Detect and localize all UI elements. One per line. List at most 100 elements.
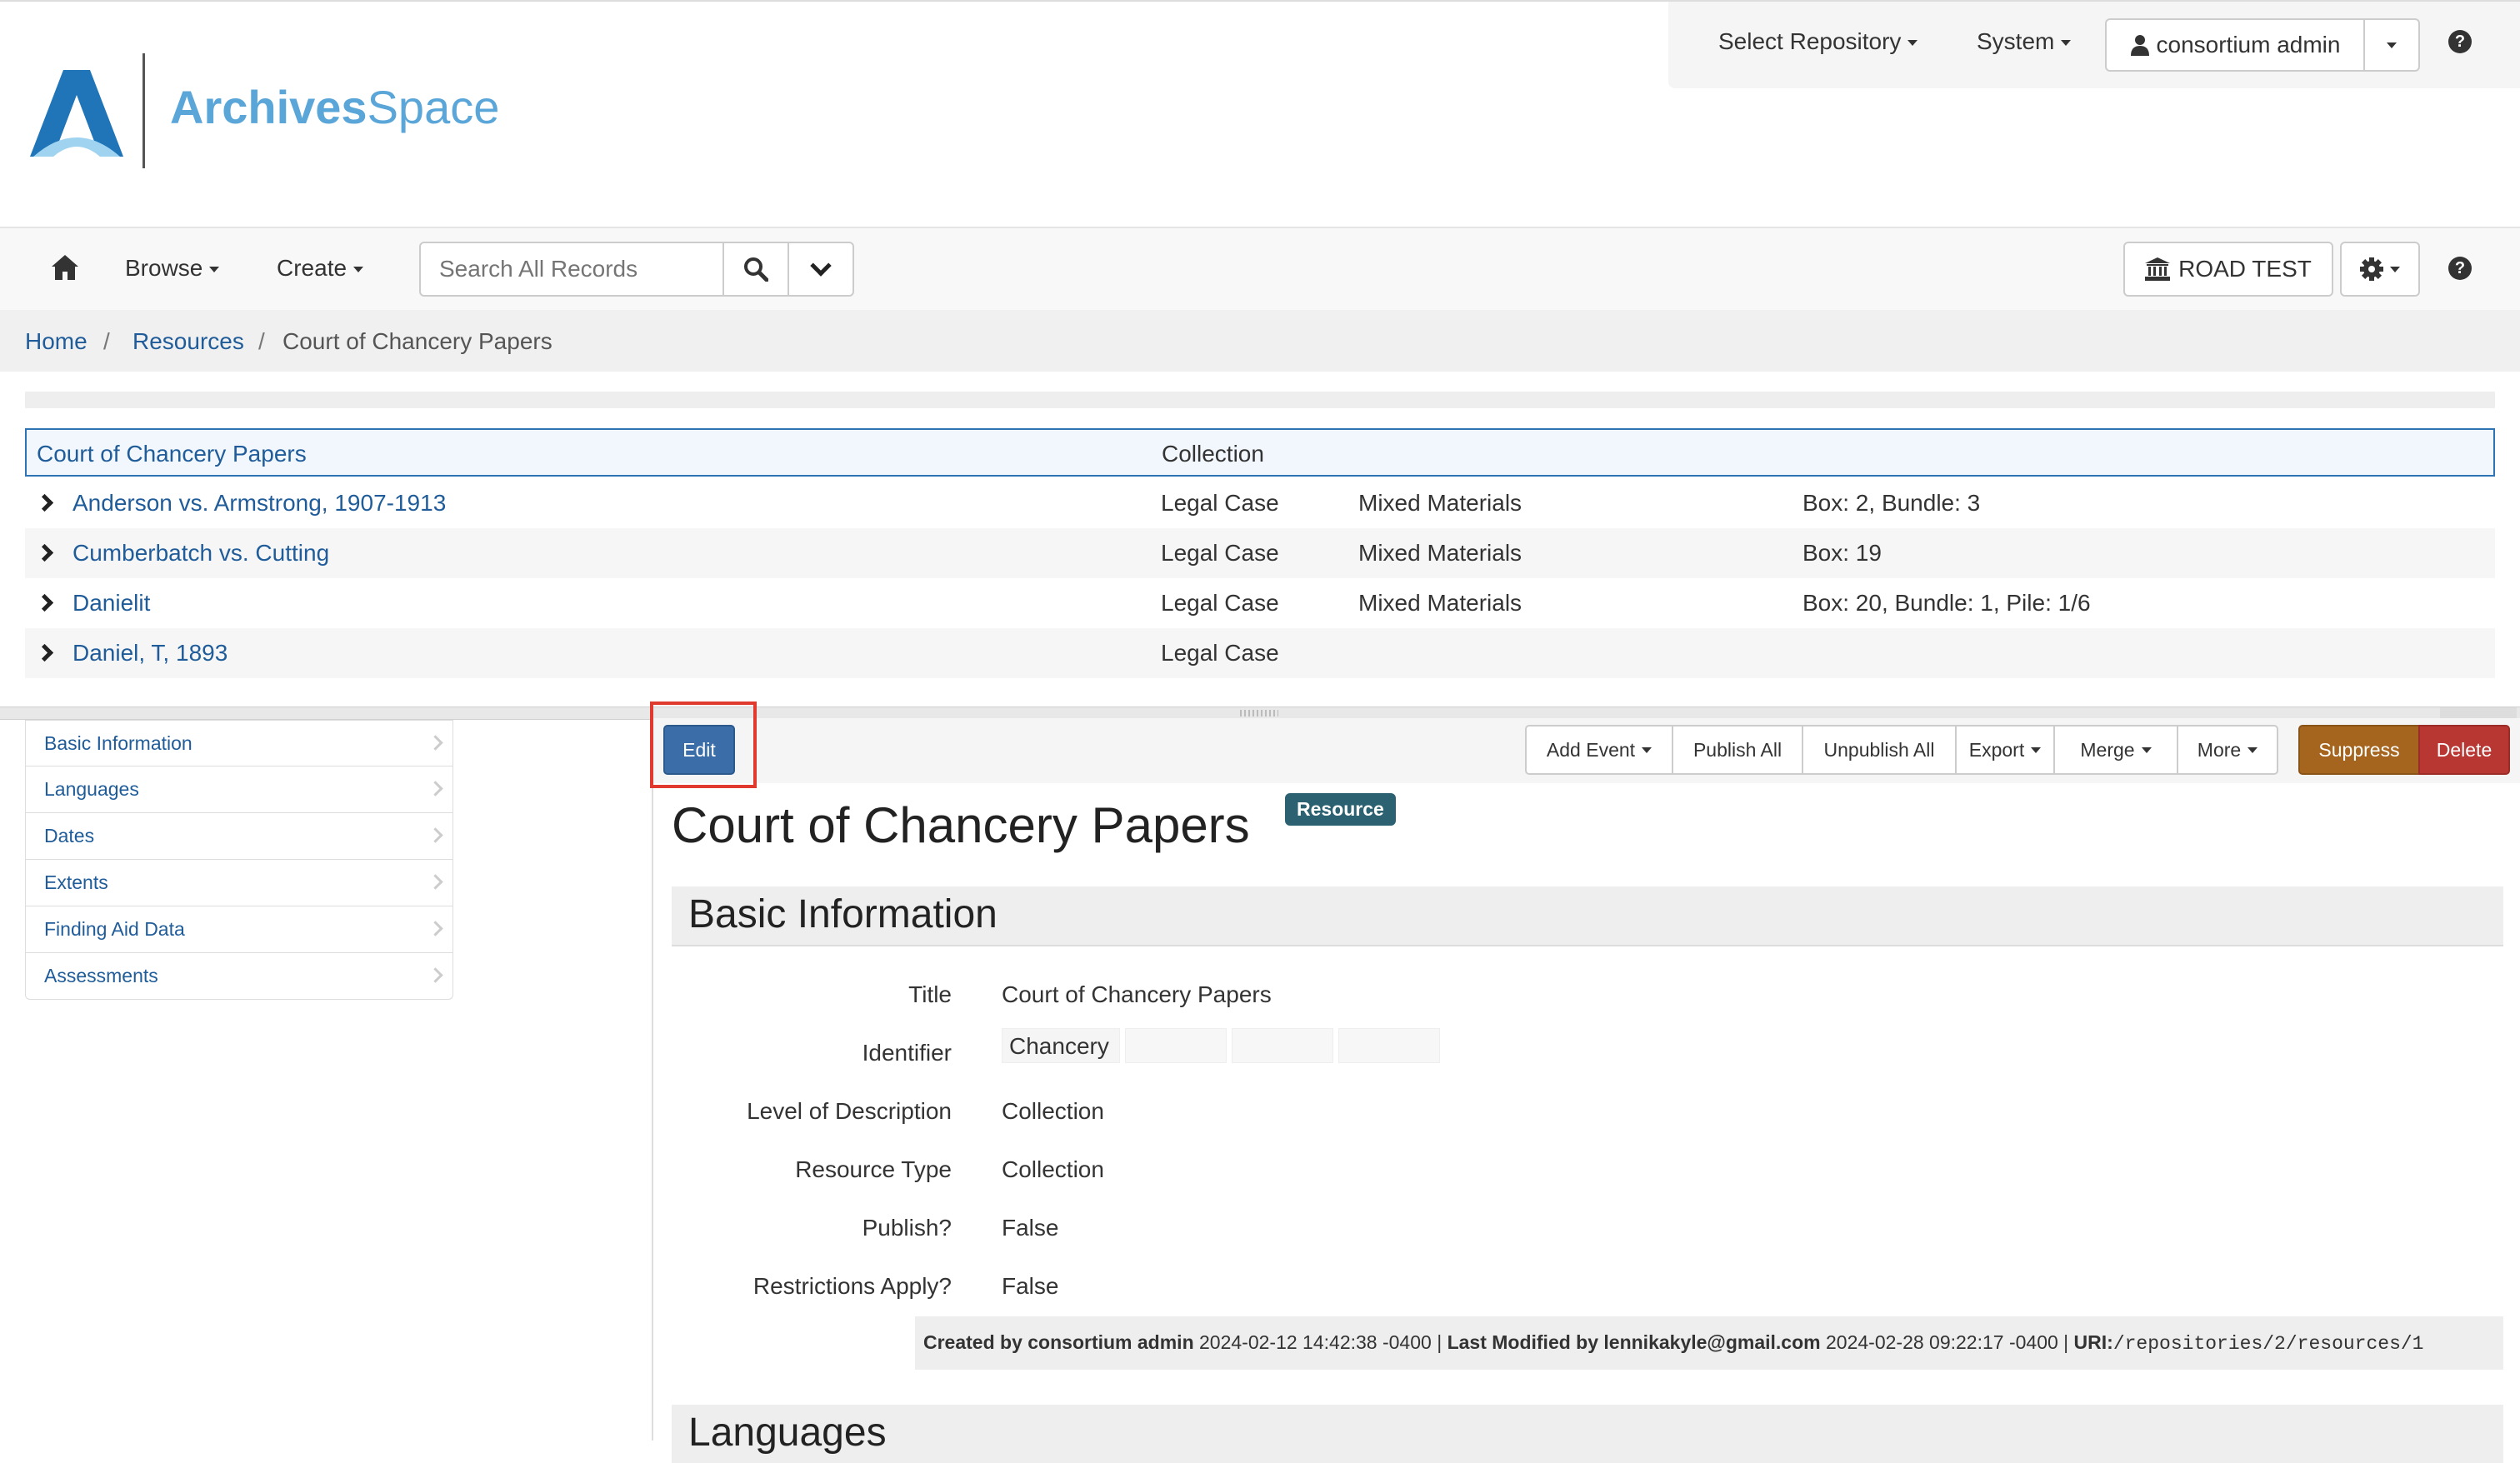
merge-label: Merge bbox=[2080, 738, 2135, 761]
sidebar-item-dates[interactable]: Dates bbox=[25, 813, 453, 860]
tree-root-title: Court of Chancery Papers bbox=[37, 441, 307, 467]
logo-wordmark: ArchivesSpace bbox=[170, 80, 499, 134]
field-value-restrictions: False bbox=[1002, 1273, 1059, 1299]
expand-chevron-icon[interactable] bbox=[35, 593, 54, 612]
publish-all-button[interactable]: Publish All bbox=[1672, 725, 1803, 775]
audit-uri-value: /repositories/2/resources/1 bbox=[2112, 1333, 2424, 1355]
system-label: System bbox=[1977, 28, 2055, 54]
caret-down-icon bbox=[2248, 746, 2258, 753]
search-input[interactable] bbox=[419, 242, 724, 297]
identifier-part bbox=[1232, 1028, 1333, 1063]
expand-chevron-icon[interactable] bbox=[35, 493, 54, 512]
logo-icon bbox=[30, 70, 123, 157]
expand-chevron-icon[interactable] bbox=[35, 643, 54, 662]
repository-name: ROAD TEST bbox=[2178, 256, 2312, 282]
field-value-publish: False bbox=[1002, 1215, 1059, 1241]
more-button[interactable]: More bbox=[2177, 725, 2278, 775]
chevron-right-icon bbox=[428, 921, 443, 936]
home-icon[interactable] bbox=[52, 255, 78, 280]
breadcrumb-resources[interactable]: Resources bbox=[132, 328, 244, 355]
add-event-button[interactable]: Add Event bbox=[1525, 725, 1673, 775]
create-label: Create bbox=[277, 255, 348, 281]
export-button[interactable]: Export bbox=[1955, 725, 2055, 775]
caret-down-icon bbox=[1908, 40, 1918, 47]
select-repository-dropdown[interactable]: Select Repository bbox=[1718, 28, 1918, 55]
sidebar-item-finding-aid-data[interactable]: Finding Aid Data bbox=[25, 906, 453, 953]
caret-down-icon bbox=[2387, 42, 2397, 48]
record-type-badge: Resource bbox=[1285, 793, 1396, 826]
tree-row-type: Mixed Materials bbox=[1358, 590, 1522, 616]
tree-row[interactable]: Danielit Legal Case Mixed Materials Box:… bbox=[25, 578, 2495, 628]
sidebar-item-languages[interactable]: Languages bbox=[25, 766, 453, 813]
field-value-level: Collection bbox=[1002, 1098, 1104, 1124]
create-dropdown[interactable]: Create bbox=[277, 255, 364, 282]
tree-row-container: Box: 2, Bundle: 3 bbox=[1802, 490, 1981, 516]
tree-row[interactable]: Daniel, T, 1893 Legal Case bbox=[25, 628, 2495, 678]
help-icon[interactable]: ? bbox=[2448, 257, 2472, 280]
tree-row[interactable]: Anderson vs. Armstrong, 1907-1913 Legal … bbox=[25, 478, 2495, 528]
chevron-right-icon bbox=[428, 827, 443, 843]
tree-row-title[interactable]: Cumberbatch vs. Cutting bbox=[72, 540, 329, 567]
sidebar-item-label: Finding Aid Data bbox=[44, 918, 185, 940]
breadcrumb-home[interactable]: Home bbox=[25, 328, 88, 355]
section-header-basic-information: Basic Information bbox=[672, 886, 2503, 946]
delete-button[interactable]: Delete bbox=[2418, 725, 2510, 775]
unpublish-all-button[interactable]: Unpublish All bbox=[1802, 725, 1957, 775]
suppress-button[interactable]: Suppress bbox=[2298, 725, 2420, 775]
sidebar-item-extents[interactable]: Extents bbox=[25, 860, 453, 906]
tree-row[interactable]: Cumberbatch vs. Cutting Legal Case Mixed… bbox=[25, 528, 2495, 578]
sidebar-item-basic-information[interactable]: Basic Information bbox=[25, 720, 453, 766]
tree-root-level: Collection bbox=[1162, 441, 1264, 467]
help-icon[interactable]: ? bbox=[2448, 30, 2472, 53]
user-icon bbox=[2130, 35, 2149, 56]
more-label: More bbox=[2197, 738, 2242, 761]
audit-created-date: 2024-02-12 14:42:38 -0400 | bbox=[1193, 1331, 1448, 1353]
field-value-title: Court of Chancery Papers bbox=[1002, 981, 1272, 1007]
sidebar-item-label: Extents bbox=[44, 871, 108, 893]
user-menu-button[interactable]: consortium admin bbox=[2105, 18, 2365, 72]
collapse-tree-icon[interactable] bbox=[2440, 707, 2517, 719]
audit-modified-label: Last Modified by lennikakyle@gmail.com bbox=[1447, 1331, 1821, 1353]
logo-text-light: Space bbox=[367, 81, 500, 133]
caret-down-icon bbox=[2141, 746, 2152, 753]
advanced-search-toggle[interactable] bbox=[788, 242, 854, 297]
settings-dropdown[interactable] bbox=[2340, 242, 2420, 297]
user-menu-caret-button[interactable] bbox=[2363, 18, 2420, 72]
browse-dropdown[interactable]: Browse bbox=[125, 255, 220, 282]
system-dropdown[interactable]: System bbox=[1977, 28, 2072, 55]
archivesspace-logo[interactable]: ArchivesSpace bbox=[30, 53, 505, 170]
tree-root-row[interactable]: Court of Chancery Papers Collection bbox=[25, 428, 2495, 477]
tree-row-container: Box: 19 bbox=[1802, 540, 1882, 566]
logo-divider bbox=[142, 53, 145, 168]
field-label-resource-type: Resource Type bbox=[795, 1156, 952, 1182]
breadcrumb-separator: / bbox=[103, 328, 110, 354]
section-header-languages: Languages bbox=[672, 1405, 2503, 1463]
edit-button[interactable]: Edit bbox=[663, 725, 735, 775]
field-label-level: Level of Description bbox=[747, 1098, 952, 1124]
breadcrumb: Home / Resources / Court of Chancery Pap… bbox=[0, 310, 2520, 372]
caret-down-icon bbox=[2390, 266, 2400, 272]
sidebar-separator bbox=[652, 718, 653, 1441]
caret-down-icon bbox=[2031, 746, 2042, 753]
audit-modified-date: 2024-02-28 09:22:17 -0400 | bbox=[1820, 1331, 2074, 1353]
search-button[interactable] bbox=[722, 242, 789, 297]
tree-row-title[interactable]: Daniel, T, 1893 bbox=[72, 640, 228, 667]
export-label: Export bbox=[1968, 738, 2025, 761]
breadcrumb-current: Court of Chancery Papers bbox=[282, 328, 552, 354]
expand-chevron-icon[interactable] bbox=[35, 543, 54, 562]
repository-button[interactable]: ROAD TEST bbox=[2123, 242, 2333, 297]
tree-toolbar bbox=[25, 392, 2495, 408]
audit-created-label: Created by consortium admin bbox=[923, 1331, 1194, 1353]
identifier-part bbox=[1338, 1028, 1440, 1063]
field-label-restrictions: Restrictions Apply? bbox=[752, 1273, 952, 1299]
sidebar-item-label: Basic Information bbox=[44, 732, 192, 754]
caret-down-icon bbox=[1642, 746, 1652, 753]
merge-button[interactable]: Merge bbox=[2053, 725, 2178, 775]
sidebar-item-label: Dates bbox=[44, 825, 95, 846]
tree-panel: Court of Chancery Papers Collection Ande… bbox=[25, 428, 2495, 707]
tree-row-title[interactable]: Anderson vs. Armstrong, 1907-1913 bbox=[72, 490, 446, 517]
search-icon bbox=[744, 257, 768, 282]
browse-label: Browse bbox=[125, 255, 203, 281]
sidebar-item-label: Assessments bbox=[44, 965, 158, 986]
tree-row-title[interactable]: Danielit bbox=[72, 590, 150, 617]
